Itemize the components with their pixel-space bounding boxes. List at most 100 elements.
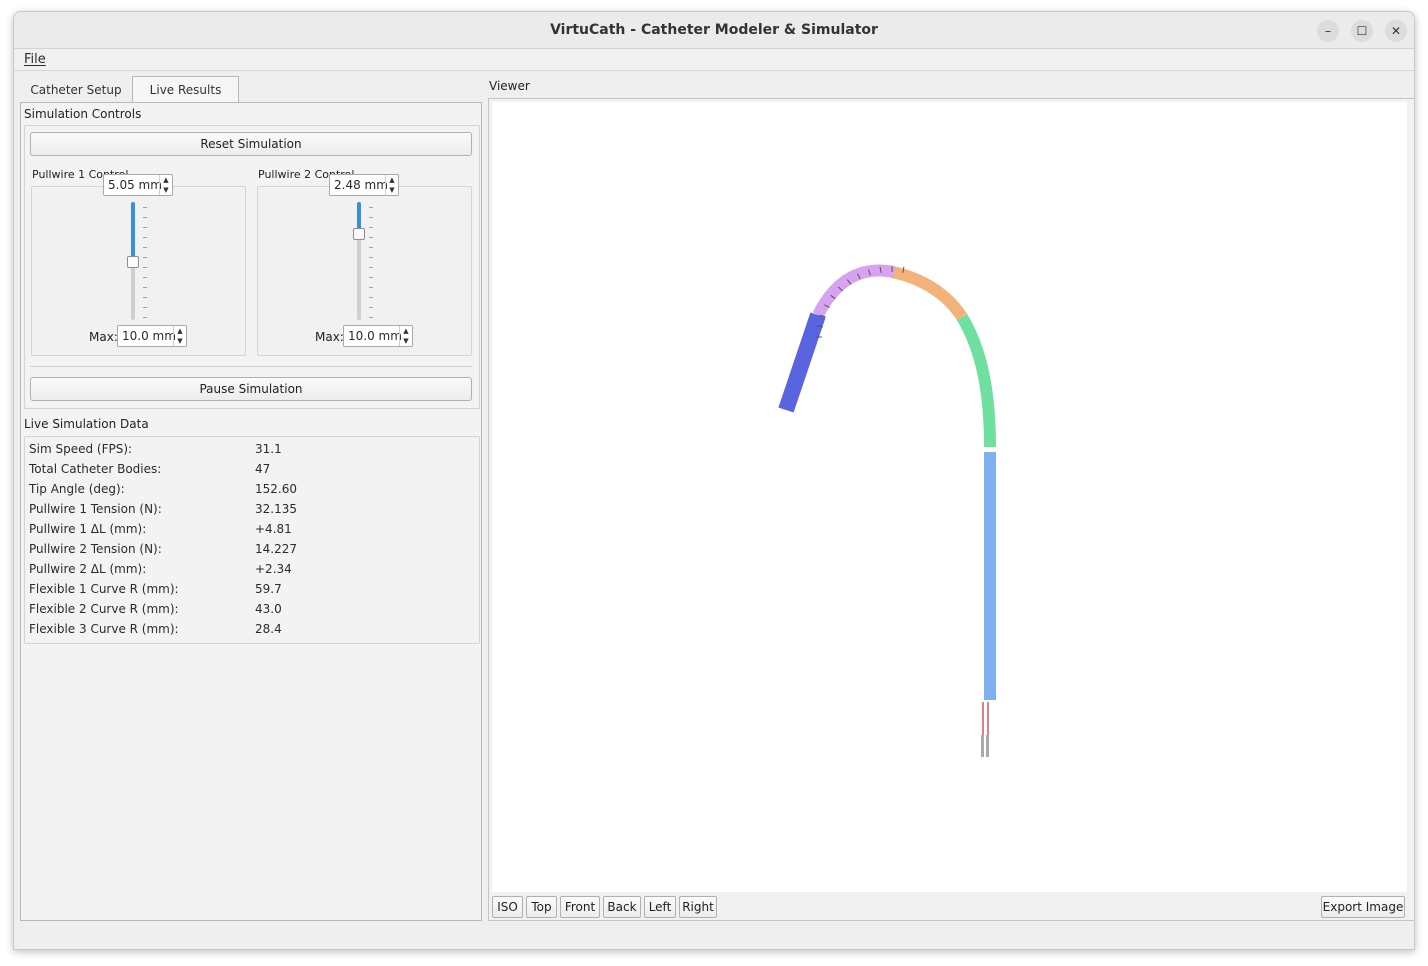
data-row-label: Flexible 3 Curve R (mm):: [29, 622, 179, 636]
data-row: Pullwire 2 Tension (N): 14.227: [29, 539, 469, 559]
app-window: VirtuCath - Catheter Modeler & Simulator…: [13, 11, 1415, 950]
pullwire1-slider-fill: [131, 202, 135, 262]
slider-tick: [369, 207, 373, 208]
menu-bar: File: [14, 49, 1414, 71]
pullwire-anchor-1: [981, 735, 984, 757]
catheter-3d-view: [778, 264, 996, 757]
view-left-button[interactable]: Left: [644, 896, 676, 918]
slider-tick: [143, 217, 147, 218]
menu-file[interactable]: File: [24, 52, 46, 67]
data-row-label: Pullwire 1 Tension (N):: [29, 502, 162, 516]
pause-simulation-button[interactable]: Pause Simulation: [30, 377, 472, 401]
data-row-label: Pullwire 2 Tension (N):: [29, 542, 162, 556]
viewer-canvas[interactable]: [492, 102, 1407, 892]
catheter-tip: [778, 312, 826, 413]
data-row-label: Total Catheter Bodies:: [29, 462, 162, 476]
view-right-button[interactable]: Right: [679, 896, 717, 918]
data-row-label: Sim Speed (FPS):: [29, 442, 133, 456]
data-row-value: 47: [255, 462, 271, 476]
live-data-title: Live Simulation Data: [24, 417, 149, 431]
viewer-title: Viewer: [489, 79, 530, 93]
data-row-value: 28.4: [255, 622, 282, 636]
maximize-icon[interactable]: ☐: [1351, 20, 1373, 42]
reset-simulation-button[interactable]: Reset Simulation: [30, 132, 472, 156]
pullwire1-max-spinbox[interactable]: 10.0 mm ▲ ▼: [117, 325, 187, 347]
data-row-value: 32.135: [255, 502, 297, 516]
pullwire2-max-value: 10.0 mm: [348, 329, 402, 343]
minimize-icon[interactable]: –: [1317, 20, 1339, 42]
slider-tick: [369, 287, 373, 288]
pullwire2-value: 2.48 mm: [334, 178, 388, 192]
simulation-controls-title: Simulation Controls: [24, 107, 142, 121]
live-results-panel: Simulation Controls Reset Simulation Pul…: [20, 102, 482, 921]
tab-live-results[interactable]: Live Results: [132, 76, 239, 103]
data-row: Flexible 2 Curve R (mm): 43.0: [29, 599, 469, 619]
view-iso-button[interactable]: ISO: [492, 896, 523, 918]
spin-arrows-icon[interactable]: ▲ ▼: [385, 175, 398, 195]
pullwire-anchor-2: [986, 735, 989, 757]
pullwire2-slider-handle[interactable]: [353, 228, 365, 241]
pullwire1-value-spinbox[interactable]: 5.05 mm ▲ ▼: [103, 174, 173, 196]
data-row: Tip Angle (deg): 152.60: [29, 479, 469, 499]
flexible-segment-2: [890, 266, 968, 321]
data-row-value: 152.60: [255, 482, 297, 496]
data-row-value: +4.81: [255, 522, 292, 536]
slider-tick: [143, 237, 147, 238]
data-row-label: Tip Angle (deg):: [29, 482, 125, 496]
pullwire2-value-spinbox[interactable]: 2.48 mm ▲ ▼: [329, 174, 399, 196]
data-row: Pullwire 1 Tension (N): 32.135: [29, 499, 469, 519]
data-row-label: Flexible 2 Curve R (mm):: [29, 602, 179, 616]
slider-tick: [143, 207, 147, 208]
view-back-button[interactable]: Back: [603, 896, 641, 918]
data-row: Pullwire 2 ΔL (mm): +2.34: [29, 559, 469, 579]
data-row-value: 59.7: [255, 582, 282, 596]
slider-tick: [143, 317, 147, 318]
spin-arrows-icon[interactable]: ▲ ▼: [399, 326, 412, 346]
close-icon[interactable]: ✕: [1385, 20, 1407, 42]
slider-tick: [143, 277, 147, 278]
window-title: VirtuCath - Catheter Modeler & Simulator: [550, 22, 878, 38]
slider-tick: [143, 227, 147, 228]
data-row-value: 43.0: [255, 602, 282, 616]
data-row-value: 14.227: [255, 542, 297, 556]
pullwire1-slider-handle[interactable]: [127, 255, 139, 268]
slider-tick: [369, 297, 373, 298]
spin-arrows-icon[interactable]: ▲ ▼: [173, 326, 186, 346]
export-image-button[interactable]: Export Image: [1321, 896, 1405, 918]
data-row-value: +2.34: [255, 562, 292, 576]
controls-separator: [30, 366, 472, 367]
spin-arrows-icon[interactable]: ▲ ▼: [159, 175, 172, 195]
data-row: Flexible 3 Curve R (mm): 28.4: [29, 619, 469, 639]
slider-tick: [143, 267, 147, 268]
data-row-label: Pullwire 2 ΔL (mm):: [29, 562, 147, 576]
data-row: Flexible 1 Curve R (mm): 59.7: [29, 579, 469, 599]
slider-tick: [143, 247, 147, 248]
data-row: Sim Speed (FPS): 31.1: [29, 439, 469, 459]
slider-tick: [369, 227, 373, 228]
slider-tick: [369, 317, 373, 318]
data-row-label: Flexible 1 Curve R (mm):: [29, 582, 179, 596]
data-row: Pullwire 1 ΔL (mm): +4.81: [29, 519, 469, 539]
pullwire2-max-spinbox[interactable]: 10.0 mm ▲ ▼: [343, 325, 413, 347]
data-row-value: 31.1: [255, 442, 282, 456]
pullwire1-max-value: 10.0 mm: [122, 329, 176, 343]
flexible-segment-3: [812, 264, 896, 318]
flexible-segment-1: [956, 313, 996, 448]
pullwire1-value: 5.05 mm: [108, 178, 162, 192]
slider-tick: [369, 237, 373, 238]
data-row-label: Pullwire 1 ΔL (mm):: [29, 522, 147, 536]
view-top-button[interactable]: Top: [526, 896, 557, 918]
slider-tick: [369, 307, 373, 308]
viewer-frame: ISO Top Front Back Left Right Export Ima…: [488, 98, 1414, 921]
view-front-button[interactable]: Front: [560, 896, 600, 918]
title-bar[interactable]: VirtuCath - Catheter Modeler & Simulator…: [14, 12, 1414, 49]
status-bar: [14, 926, 1414, 949]
slider-tick: [369, 217, 373, 218]
slider-tick: [369, 247, 373, 248]
slider-tick: [143, 307, 147, 308]
tab-catheter-setup[interactable]: Catheter Setup: [24, 78, 128, 102]
slider-tick: [369, 257, 373, 258]
pullwire1-max-label: Max:: [89, 330, 118, 344]
pullwire2-max-label: Max:: [315, 330, 344, 344]
slider-tick: [369, 277, 373, 278]
